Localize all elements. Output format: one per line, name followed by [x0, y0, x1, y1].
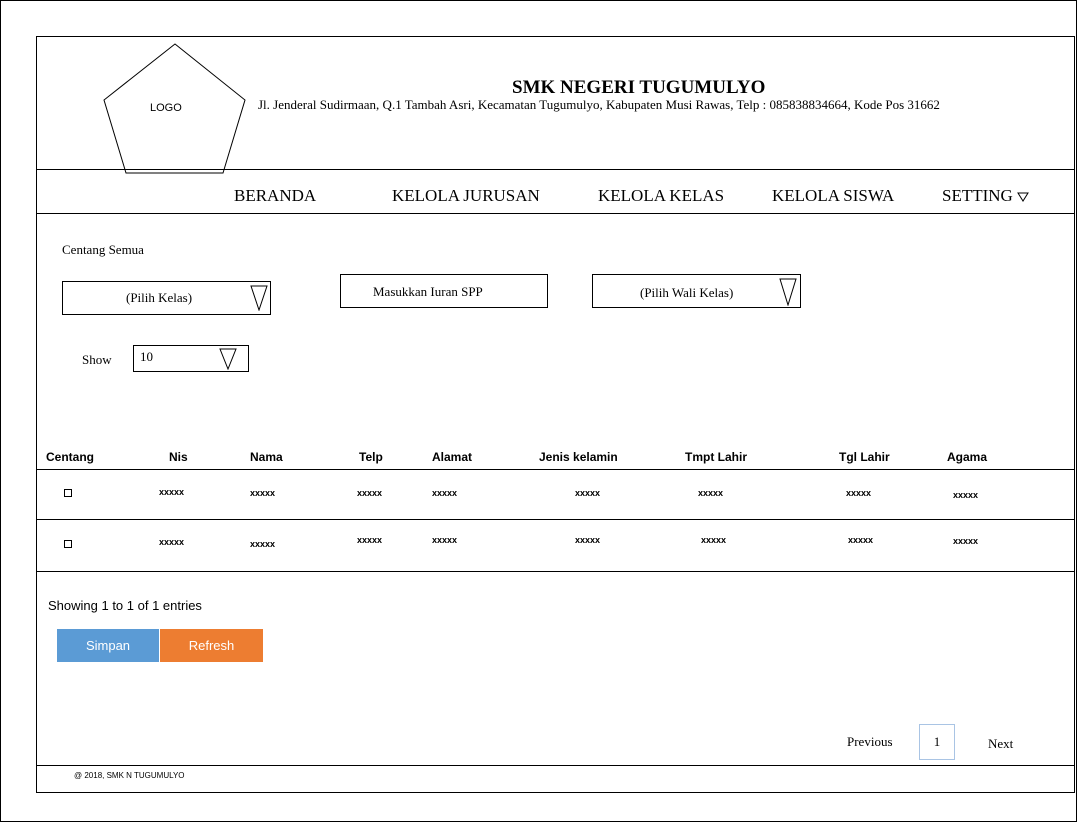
- school-address: Jl. Jenderal Sudirmaan, Q.1 Tambah Asri,…: [258, 97, 940, 112]
- cell-jenis-kelamin: xxxxx: [575, 535, 601, 545]
- nav-kelola-kelas[interactable]: KELOLA KELAS: [598, 186, 724, 206]
- col-tgl-lahir: Tgl Lahir: [839, 450, 890, 464]
- pagination-previous[interactable]: Previous: [847, 734, 893, 750]
- col-jenis-kelamin: Jenis kelamin: [539, 450, 618, 464]
- nav-setting-label: SETTING: [942, 186, 1013, 205]
- cell-agama: xxxxx: [953, 536, 979, 546]
- iuran-spp-button[interactable]: Masukkan Iuran SPP: [340, 274, 548, 308]
- cell-jenis-kelamin: xxxxx: [575, 488, 601, 498]
- cell-agama: xxxxx: [953, 490, 979, 500]
- col-nama: Nama: [250, 450, 283, 464]
- col-telp: Telp: [359, 450, 383, 464]
- triangle-down-icon: [1017, 192, 1029, 202]
- nav-kelola-siswa[interactable]: KELOLA SISWA: [772, 186, 894, 206]
- kelas-select-value: (Pilih Kelas): [126, 290, 193, 305]
- cell-tmpt-lahir: xxxxx: [698, 488, 724, 498]
- show-entries-value: 10: [140, 349, 153, 364]
- cell-telp: xxxxx: [357, 488, 383, 498]
- simpan-button[interactable]: Simpan: [57, 629, 159, 662]
- col-alamat: Alamat: [432, 450, 473, 464]
- nav-setting[interactable]: SETTING: [942, 186, 1029, 206]
- kelas-select[interactable]: (Pilih Kelas): [62, 281, 271, 315]
- footer-divider: [36, 765, 1074, 766]
- pagination-page-current[interactable]: 1: [919, 724, 955, 760]
- cell-nis: xxxxx: [159, 537, 185, 547]
- show-entries-select[interactable]: 10: [133, 345, 249, 372]
- cell-nama: xxxxx: [250, 539, 276, 549]
- footer-copyright: @ 2018, SMK N TUGUMULYO: [74, 771, 185, 780]
- cell-nama: xxxxx: [250, 488, 276, 498]
- cell-alamat: xxxxx: [432, 535, 458, 545]
- col-agama: Agama: [947, 450, 988, 464]
- refresh-button[interactable]: Refresh: [160, 629, 263, 662]
- header-divider: [36, 169, 1074, 170]
- wali-kelas-select-value: (Pilih Wali Kelas): [640, 285, 734, 300]
- iuran-spp-label: Masukkan Iuran SPP: [373, 284, 483, 299]
- school-name: SMK NEGERI TUGUMULYO: [512, 77, 766, 98]
- col-centang: Centang: [46, 450, 94, 464]
- nav-kelola-jurusan[interactable]: KELOLA JURUSAN: [392, 186, 540, 206]
- entries-info: Showing 1 to 1 of 1 entries: [48, 598, 202, 613]
- logo-text: LOGO: [150, 102, 182, 114]
- dropdown-triangle-icon: [779, 278, 797, 306]
- row-checkbox[interactable]: [64, 489, 72, 497]
- dropdown-triangle-icon: [219, 348, 237, 370]
- row-checkbox[interactable]: [64, 540, 72, 548]
- cell-tgl-lahir: xxxxx: [848, 535, 874, 545]
- dropdown-triangle-icon: [250, 285, 268, 311]
- cell-alamat: xxxxx: [432, 488, 458, 498]
- cell-tmpt-lahir: xxxxx: [701, 535, 727, 545]
- col-nis: Nis: [169, 450, 188, 464]
- col-tmpt-lahir: Tmpt Lahir: [685, 450, 747, 464]
- show-label: Show: [82, 352, 112, 367]
- wali-kelas-select[interactable]: (Pilih Wali Kelas): [592, 274, 801, 308]
- table-bottom-divider: [36, 571, 1074, 572]
- table-header-divider: [36, 469, 1074, 470]
- nav-divider: [36, 213, 1074, 214]
- select-all-label[interactable]: Centang Semua: [62, 242, 144, 258]
- cell-tgl-lahir: xxxxx: [846, 488, 872, 498]
- nav-beranda[interactable]: BERANDA: [234, 186, 316, 206]
- pagination-next[interactable]: Next: [988, 736, 1013, 752]
- row-divider: [36, 519, 1074, 520]
- cell-telp: xxxxx: [357, 535, 383, 545]
- cell-nis: xxxxx: [159, 487, 185, 497]
